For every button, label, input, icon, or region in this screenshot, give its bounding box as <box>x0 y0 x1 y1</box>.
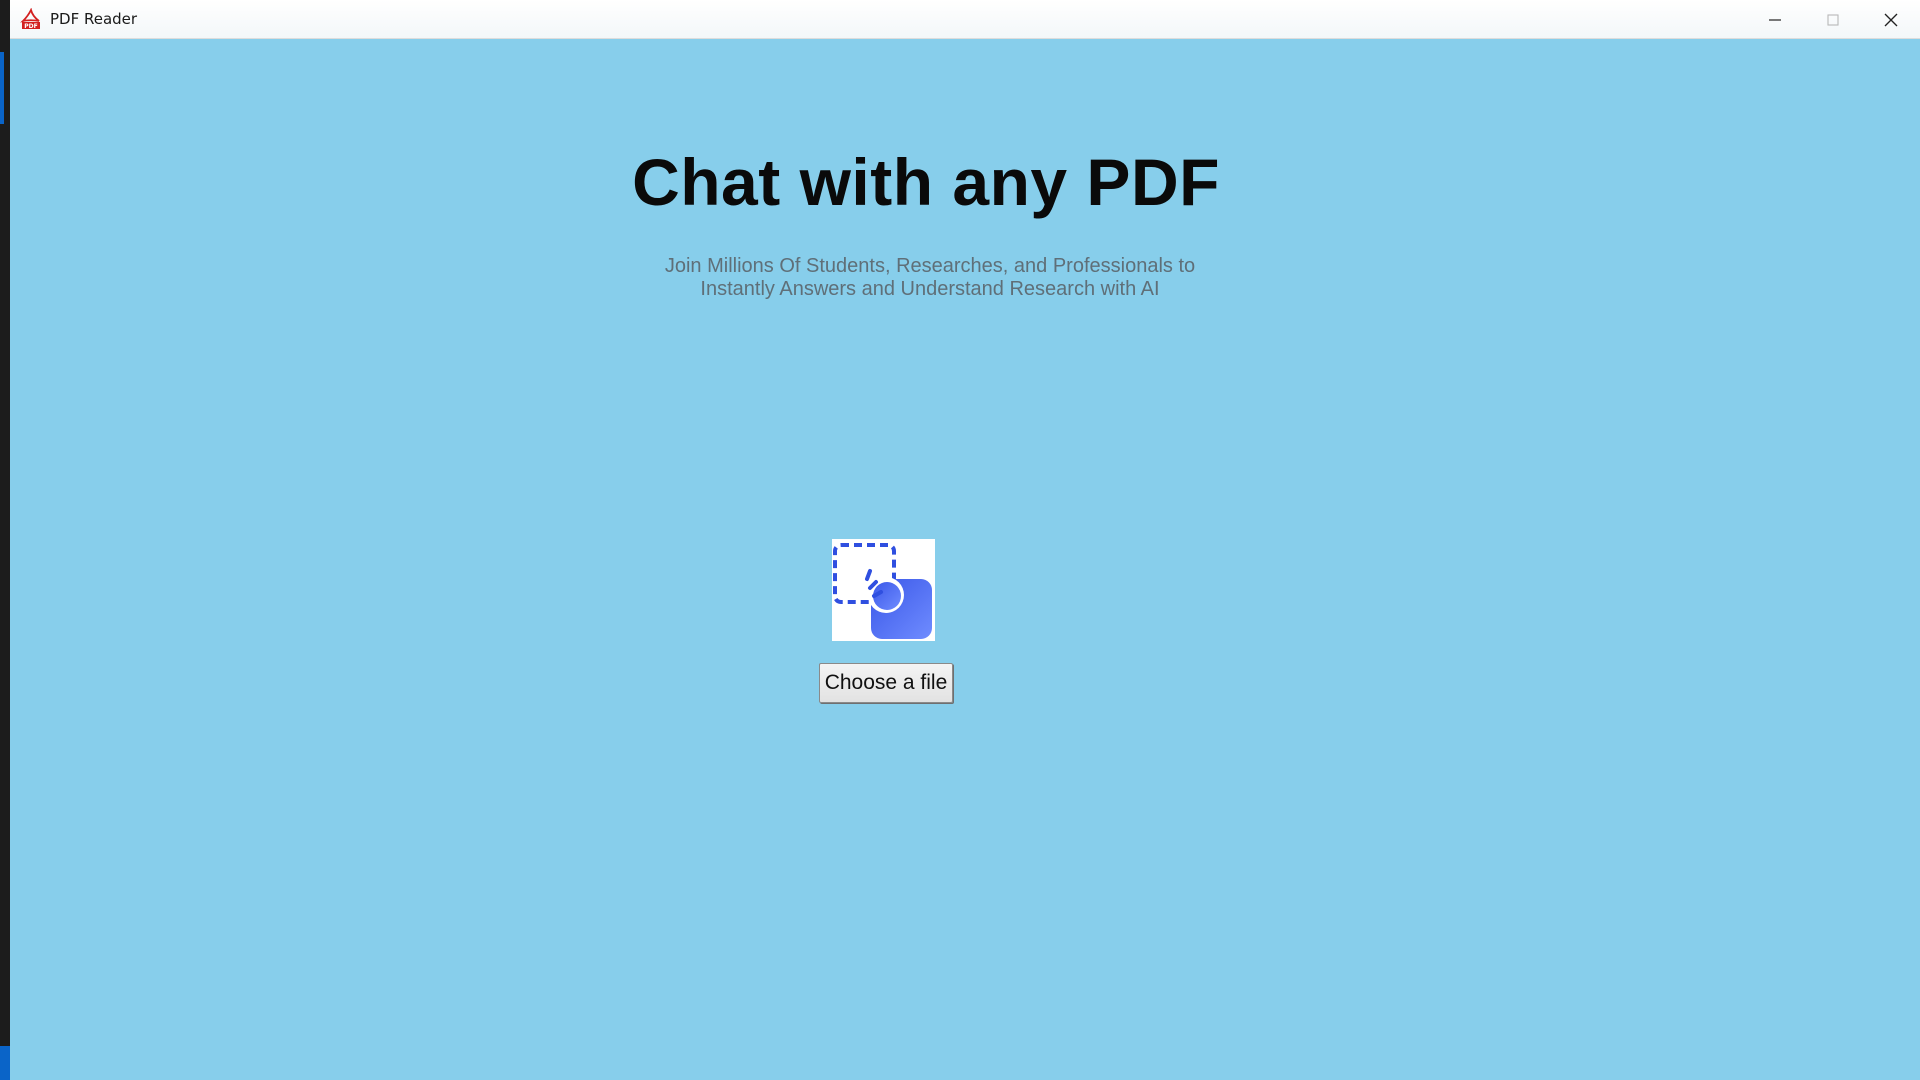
main-content: Chat with any PDF Join Millions Of Stude… <box>10 39 1920 1080</box>
title-bar[interactable]: PDF PDF Reader <box>10 0 1920 39</box>
maximize-button[interactable] <box>1804 0 1862 39</box>
page-subtitle: Join Millions Of Students, Researches, a… <box>10 255 1850 301</box>
taskbar-accent-bottom <box>0 1046 10 1080</box>
choose-file-button[interactable]: Choose a file <box>819 663 953 703</box>
window-title: PDF Reader <box>50 10 138 28</box>
minimize-icon <box>1769 18 1781 21</box>
maximize-icon <box>1827 13 1839 26</box>
drag-select-icon[interactable] <box>832 539 935 641</box>
window-controls <box>1746 0 1920 39</box>
minimize-button[interactable] <box>1746 0 1804 39</box>
subtitle-line-2: Instantly Answers and Understand Researc… <box>700 278 1160 300</box>
subtitle-line-1: Join Millions Of Students, Researches, a… <box>664 255 1196 277</box>
svg-text:PDF: PDF <box>24 23 37 30</box>
page-title: Chat with any PDF <box>632 145 1220 219</box>
desktop-edge <box>0 0 10 1080</box>
close-button[interactable] <box>1862 0 1920 39</box>
taskbar-accent <box>0 52 4 124</box>
close-icon <box>1884 13 1898 26</box>
app-window: PDF PDF Reader Chat with any PDF Join Mi… <box>10 0 1920 1080</box>
pdf-icon: PDF <box>20 7 42 30</box>
